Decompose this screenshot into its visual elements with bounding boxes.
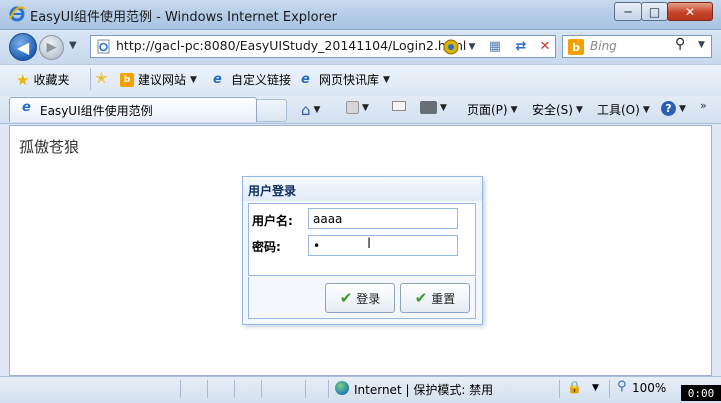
bing-icon: b [568, 39, 584, 55]
compatibility-view-icon[interactable] [441, 37, 461, 56]
address-url[interactable]: http://gacl-pc:8080/EasyUIStudy_20141104… [116, 38, 466, 53]
protected-mode-icon[interactable]: 🔒 [567, 380, 582, 394]
recent-pages-dropdown-icon[interactable]: ▼ [69, 40, 77, 51]
more-commands-icon[interactable]: » [700, 99, 707, 112]
username-label: 用户名: [252, 214, 293, 228]
chevron-down-icon: ▼ [575, 104, 583, 115]
print-button[interactable]: ▼ [420, 101, 447, 114]
username-input[interactable] [308, 208, 458, 229]
favorites-star-icon: ★ [16, 70, 30, 89]
favorites-label: 收藏夹 [33, 73, 70, 87]
home-button[interactable]: ⌂ ▼ [301, 101, 320, 119]
checkmark-icon: ✔ [414, 289, 428, 307]
bing-icon: b [120, 72, 134, 87]
password-input[interactable] [308, 235, 458, 256]
tab-label[interactable]: EasyUI组件使用范例 [40, 102, 153, 119]
home-icon: ⌂ [301, 101, 311, 119]
zoom-icon[interactable]: ⚲ [617, 379, 627, 394]
zoom-level[interactable]: 100% [632, 381, 666, 395]
address-dropdown-icon[interactable]: ▼ [462, 37, 482, 56]
text-cursor-icon: I [367, 236, 372, 252]
ie-icon: e [301, 71, 310, 87]
status-divider [305, 380, 306, 398]
add-favorite-icon: ✭ [95, 69, 108, 87]
password-label: 密码: [252, 240, 281, 254]
recording-timer: 0:00 [681, 385, 721, 401]
chevron-down-icon[interactable]: ▼ [592, 383, 599, 393]
login-button-label: 登录 [356, 291, 381, 306]
fav-item-label: 网页快讯库 [319, 73, 380, 87]
ie-logo-icon [8, 5, 26, 23]
login-panel-title: 用户登录 [248, 184, 297, 198]
status-divider [207, 380, 208, 398]
chevron-down-icon: ▼ [313, 105, 321, 115]
feed-icon [346, 101, 359, 114]
printer-icon [420, 101, 437, 114]
chevron-down-icon: ▼ [440, 102, 447, 113]
status-divider [234, 380, 235, 398]
status-divider [328, 380, 329, 398]
fav-item-custom-links[interactable]: e 自定义链接 [213, 71, 291, 88]
fav-item-web-slice-gallery[interactable]: e 网页快讯库 ▼ [301, 71, 390, 88]
close-button[interactable]: ✕ [667, 2, 713, 21]
tools-menu-label: 工具(O) [597, 103, 640, 117]
page-icon [96, 39, 111, 54]
chevron-down-icon: ▼ [383, 74, 390, 85]
feeds-button[interactable]: ▼ [346, 101, 369, 114]
search-box[interactable] [562, 35, 712, 58]
chevron-down-icon: ▼ [510, 104, 518, 115]
page-menu-label: 页面(P) [467, 103, 508, 117]
fav-item-suggested-sites[interactable]: b 建议网站 ▼ [120, 71, 197, 88]
mail-icon [392, 101, 406, 111]
safety-menu-label: 安全(S) [532, 103, 573, 117]
add-to-favorites-button[interactable]: ✭ [95, 69, 108, 87]
maximize-button[interactable]: □ [641, 2, 668, 21]
security-zone-text[interactable]: Internet | 保护模式: 禁用 [354, 381, 493, 398]
back-button[interactable]: ◀ [9, 33, 37, 61]
help-button[interactable]: ? ▼ [661, 101, 686, 116]
ie-icon: e [213, 71, 222, 87]
forward-button[interactable]: ▶ [39, 35, 64, 60]
new-tab-button[interactable] [257, 99, 287, 122]
minimize-button[interactable]: ─ [614, 2, 642, 21]
status-divider [609, 380, 610, 398]
reset-button-label: 重置 [431, 291, 456, 306]
favorites-divider [90, 68, 91, 90]
tools-menu[interactable]: 工具(O) ▼ [597, 101, 650, 118]
help-icon: ? [661, 101, 676, 116]
search-icon[interactable]: ⚲ [675, 36, 685, 52]
chevron-down-icon: ▼ [362, 102, 369, 113]
checkmark-icon: ✔ [339, 289, 353, 307]
stop-icon[interactable]: ✕ [535, 37, 555, 56]
status-divider [180, 380, 181, 398]
compat-page-icon[interactable]: ▦ [485, 37, 505, 56]
refresh-icon[interactable]: ⇄ [511, 37, 531, 56]
search-placeholder[interactable]: Bing [590, 39, 617, 53]
chevron-down-icon: ▼ [190, 74, 197, 85]
login-button[interactable]: ✔ 登录 [325, 283, 395, 313]
ie-icon: e [22, 100, 31, 115]
status-divider [261, 380, 262, 398]
chevron-down-icon: ▼ [679, 103, 686, 114]
chevron-down-icon: ▼ [642, 104, 650, 115]
page-heading-text: 孤傲苍狼 [19, 138, 80, 156]
safety-menu[interactable]: 安全(S) ▼ [532, 101, 583, 118]
search-dropdown-icon[interactable]: ▼ [698, 40, 705, 50]
page-menu[interactable]: 页面(P) ▼ [467, 101, 518, 118]
status-divider [559, 380, 560, 398]
favorites-button[interactable]: ★ 收藏夹 [16, 71, 69, 88]
globe-icon [335, 381, 349, 395]
fav-item-label: 自定义链接 [231, 73, 292, 87]
fav-item-label: 建议网站 [138, 73, 187, 87]
window-title: EasyUI组件使用范例 - Windows Internet Explorer [30, 10, 337, 25]
reset-button[interactable]: ✔ 重置 [400, 283, 470, 313]
read-mail-button[interactable] [392, 101, 406, 111]
